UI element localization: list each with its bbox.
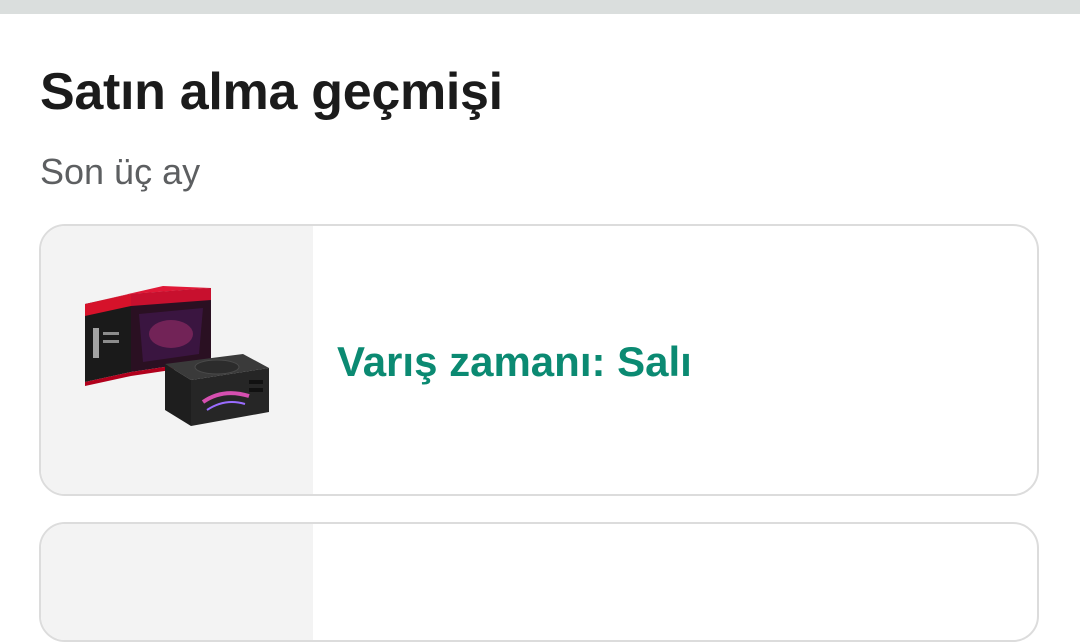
page-title: Satın alma geçmişi xyxy=(40,63,503,121)
page-subtitle: Son üç ay xyxy=(40,151,201,192)
top-status-bar xyxy=(0,0,1080,14)
product-thumbnail-partial xyxy=(41,524,313,640)
order-card-partial[interactable] xyxy=(39,522,1039,642)
delivery-status: Varış zamanı: Salı xyxy=(337,338,692,385)
product-thumbnail xyxy=(41,226,313,494)
order-card[interactable]: Varış zamanı: Salı xyxy=(39,224,1039,496)
power-supply-product-image xyxy=(85,286,269,426)
